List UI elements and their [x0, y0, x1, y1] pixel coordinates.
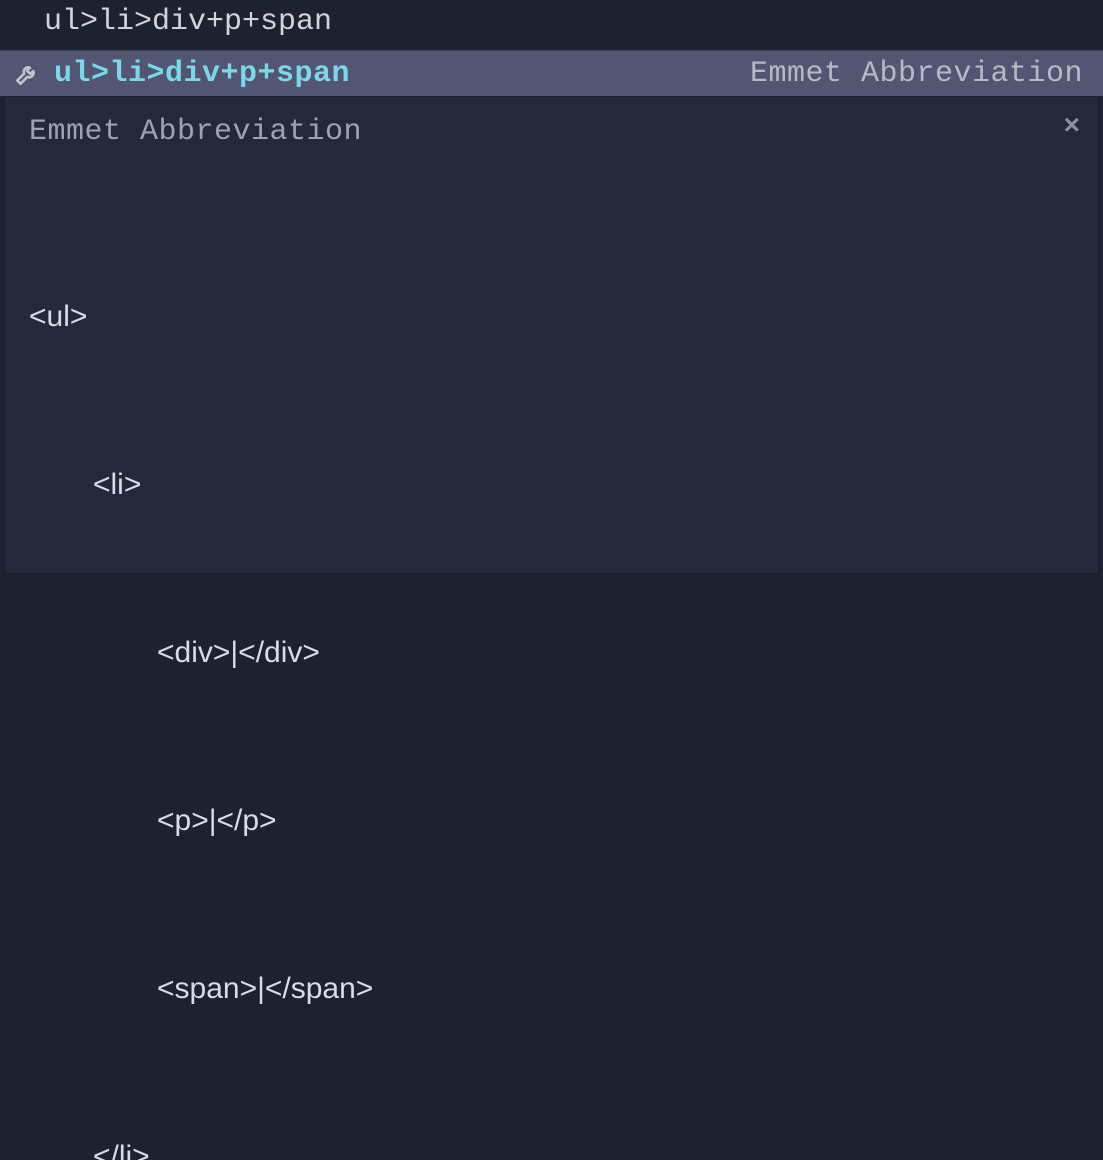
emmet-expansion-preview: <ul> <li> <div>|</div> <p>|</p> <span>|<… — [29, 177, 1074, 1160]
autocomplete-suggestion-row[interactable]: ul>li>div+p+span Emmet Abbreviation — [0, 50, 1103, 96]
code-line: <p>|</p> — [29, 793, 1074, 849]
code-line: </li> — [29, 1129, 1074, 1160]
suggestion-type-label: Emmet Abbreviation — [750, 57, 1083, 91]
wrench-icon — [14, 61, 40, 87]
editor-input-line[interactable]: ul>li>div+p+span — [0, 0, 1103, 44]
close-icon: × — [1064, 109, 1080, 140]
suggestion-detail-panel: × Emmet Abbreviation <ul> <li> <div>|</d… — [4, 96, 1099, 574]
code-line: <span>|</span> — [29, 961, 1074, 1017]
suggestion-label: ul>li>div+p+span — [54, 57, 350, 91]
code-line: <ul> — [29, 289, 1074, 345]
detail-panel-title: Emmet Abbreviation — [29, 115, 1074, 149]
close-button[interactable]: × — [1064, 109, 1080, 141]
code-line: <li> — [29, 457, 1074, 513]
typed-abbreviation: ul>li>div+p+span — [44, 5, 332, 39]
code-line: <div>|</div> — [29, 625, 1074, 681]
